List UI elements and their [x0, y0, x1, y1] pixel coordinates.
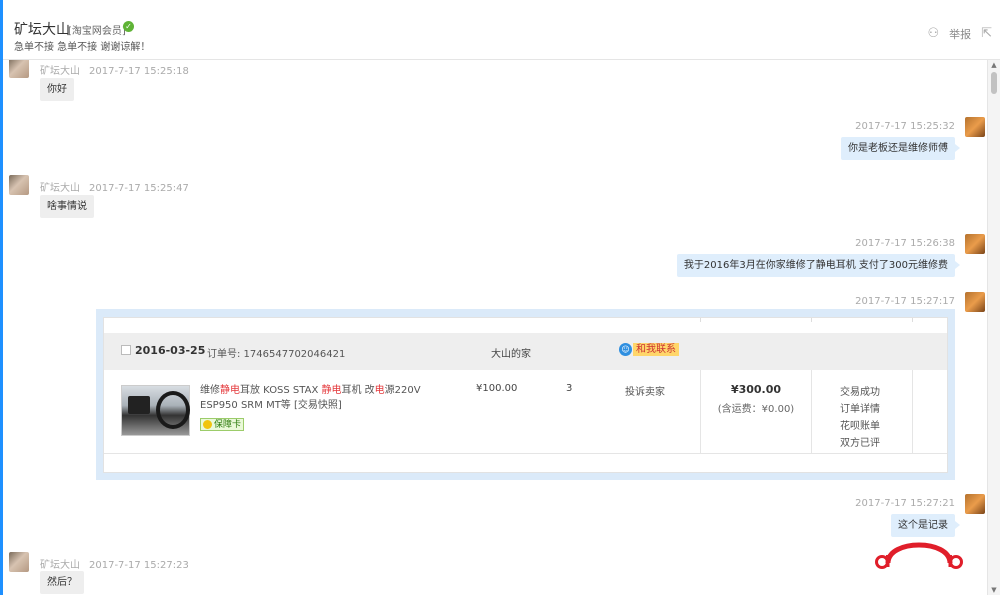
- message-time: 2017-7-17 15:27:23: [89, 560, 189, 571]
- product-title-text: 维修: [200, 385, 220, 396]
- chat-icon: ☺: [619, 343, 632, 356]
- report-button[interactable]: 举报: [949, 26, 971, 42]
- headphone-logo-icon: [875, 542, 963, 569]
- quantity: 3: [566, 383, 573, 394]
- shipping-fee: (含运费：¥0.00): [717, 404, 795, 415]
- message-time: 2017-7-17 15:25:47: [89, 183, 189, 194]
- avatar[interactable]: [9, 60, 29, 78]
- avatar[interactable]: [9, 175, 29, 195]
- order-number: 订单号: 1746547702046421: [207, 349, 346, 360]
- chat-messages: 矿坛大山 2017-7-17 15:25:18 你好 2017-7-17 15:2…: [3, 60, 987, 595]
- scroll-down-icon[interactable]: ▼: [988, 585, 1000, 595]
- message-bubble: 你好: [40, 78, 74, 101]
- message-bubble: 我于2016年3月在你家维修了静电耳机 支付了300元维修费: [676, 254, 961, 277]
- avatar[interactable]: [965, 117, 985, 137]
- contact-name[interactable]: 矿坛大山: [14, 19, 70, 39]
- unit-price: ¥100.00: [476, 383, 518, 394]
- trade-status: 交易成功: [840, 387, 880, 398]
- product-title[interactable]: 维修静电耳放 KOSS STAX 静电耳机 改电源220V ESP950 SRM…: [200, 383, 458, 413]
- scroll-up-icon[interactable]: ▲: [988, 60, 1000, 70]
- divider: [912, 370, 913, 454]
- message-bubble: 你是老板还是维修师傅: [841, 137, 960, 160]
- message-bubble: 然后？: [40, 571, 84, 594]
- contact-signature: 急单不接 急单不接 谢谢谅解！: [14, 42, 151, 53]
- sender-name: 矿坛大山: [40, 66, 80, 77]
- message-meta: 矿坛大山 2017-7-17 15:25:18: [40, 62, 189, 77]
- vertical-scrollbar[interactable]: ▲ ▼: [987, 60, 1000, 595]
- order-detail-link[interactable]: 订单详情: [840, 400, 880, 415]
- member-tag: [淘宝网会员]: [68, 26, 126, 37]
- divider: [700, 370, 701, 454]
- sender-name: 矿坛大山: [40, 560, 80, 571]
- huabei-bill-link[interactable]: 花呗账单: [840, 417, 880, 432]
- message-time: 2017-7-17 15:25:32: [855, 121, 955, 132]
- contact-me-button[interactable]: ☺ 和我联系: [619, 342, 679, 357]
- divider: [912, 318, 913, 322]
- contact-label: 和我联系: [633, 343, 679, 356]
- avatar[interactable]: [965, 292, 985, 312]
- avatar[interactable]: [9, 552, 29, 572]
- complain-seller-link[interactable]: 投诉卖家: [625, 383, 665, 398]
- product-title-text: 耳机 改: [341, 385, 375, 396]
- review-status: 双方已评: [840, 438, 880, 449]
- chat-header: 矿坛大山 [淘宝网会员] ✓ 急单不接 急单不接 谢谢谅解！ ⚇ 举报 ⇱: [3, 0, 1000, 60]
- sender-name: 矿坛大山: [40, 183, 80, 194]
- order-date: 2016-03-25: [135, 344, 206, 357]
- user-add-icon[interactable]: ⚇: [927, 26, 939, 42]
- avatar[interactable]: [965, 234, 985, 254]
- message-time: 2017-7-17 15:27:21: [855, 498, 955, 509]
- divider: [700, 318, 701, 322]
- product-title-keyword: 静电: [220, 385, 240, 396]
- message-bubble: 啥事情说: [40, 195, 94, 218]
- order-panel: 2016-03-25 订单号: 1746547702046421 大山的家 ☺ …: [103, 317, 948, 473]
- avatar[interactable]: [965, 494, 985, 514]
- share-exit-icon[interactable]: ⇱: [981, 26, 992, 42]
- check-circle-icon: ✓: [123, 21, 134, 32]
- product-title-keyword: 静电: [321, 385, 342, 396]
- message-meta: 矿坛大山 2017-7-17 15:27:23: [40, 556, 189, 571]
- order-checkbox[interactable]: [121, 345, 131, 355]
- shop-name[interactable]: 大山的家: [491, 345, 531, 360]
- order-item-row: 维修静电耳放 KOSS STAX 静电耳机 改电源220V ESP950 SRM…: [104, 370, 947, 454]
- scrollbar-thumb[interactable]: [991, 72, 997, 94]
- divider: [811, 318, 812, 322]
- order-header: 2016-03-25 订单号: 1746547702046421 大山的家 ☺ …: [104, 333, 947, 370]
- guarantee-badge[interactable]: 保障卡: [200, 418, 245, 431]
- product-thumbnail[interactable]: [121, 385, 190, 436]
- message-time: 2017-7-17 15:26:38: [855, 238, 955, 249]
- header-actions: ⚇ 举报 ⇱: [927, 26, 992, 42]
- product-title-text: 耳放 KOSS STAX: [240, 385, 322, 396]
- product-title-keyword: 电: [374, 385, 385, 396]
- order-card[interactable]: 2016-03-25 订单号: 1746547702046421 大山的家 ☺ …: [96, 309, 955, 480]
- message-time: 2017-7-17 15:27:17: [855, 296, 955, 307]
- order-total: ¥300.00: [730, 383, 782, 396]
- message-time: 2017-7-17 15:25:18: [89, 66, 189, 77]
- message-meta: 矿坛大山 2017-7-17 15:25:47: [40, 179, 189, 194]
- divider: [811, 370, 812, 454]
